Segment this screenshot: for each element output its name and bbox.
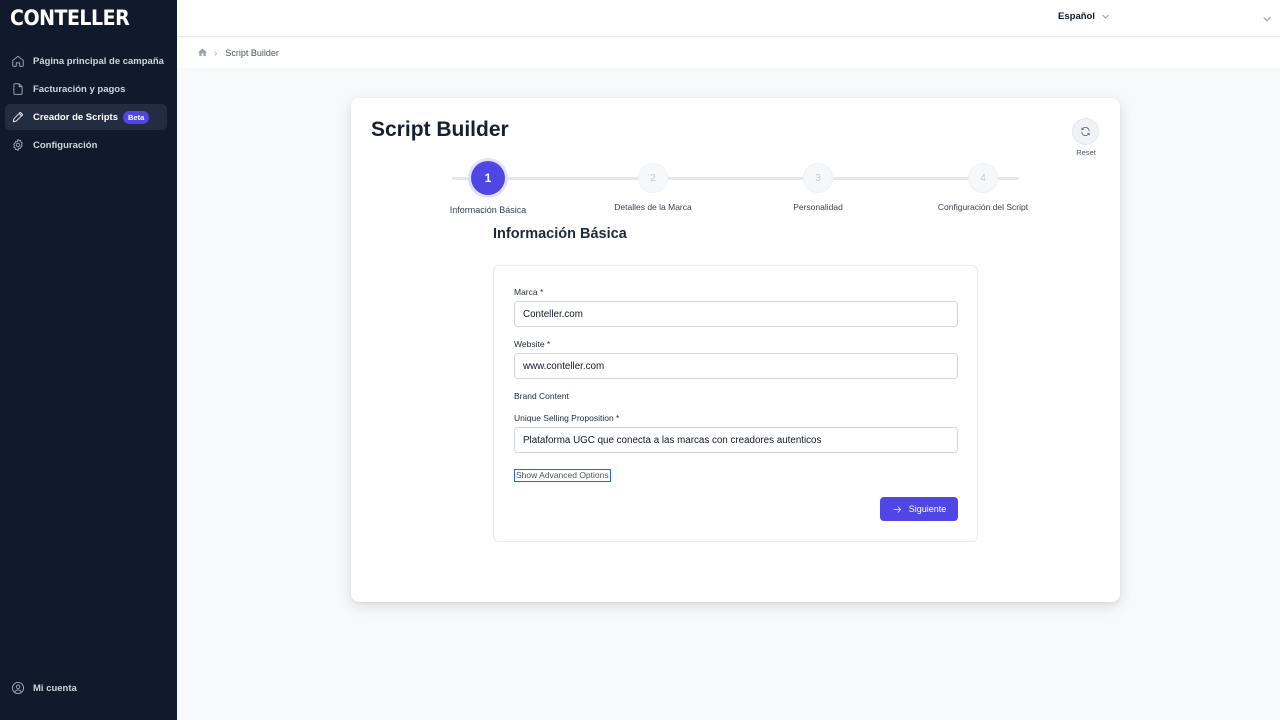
step-1-label: Información Básica	[449, 205, 527, 215]
brand-logo[interactable]: CONTELLER	[10, 6, 130, 31]
sidebar-item-label: Configuración	[33, 139, 98, 151]
step-4-label: Configuración del Script	[937, 202, 1029, 212]
sidebar-item-label: Página principal de campaña	[33, 55, 164, 67]
beta-badge: Beta	[123, 110, 150, 124]
basic-info-form: Marca * Conteller.com Website * www.cont…	[493, 265, 978, 542]
step-3-indicator[interactable]: 3	[803, 163, 833, 193]
page-title: Script Builder	[371, 118, 509, 141]
show-advanced-options-link[interactable]: Show Advanced Options	[514, 469, 611, 482]
section-title: Información Básica	[493, 226, 627, 242]
sidebar-item-settings[interactable]: Configuración	[5, 132, 167, 158]
stepper-track	[452, 177, 1019, 180]
home-icon	[11, 54, 25, 68]
account-label: Mi cuenta	[33, 682, 77, 694]
refresh-icon	[1081, 127, 1090, 136]
script-builder-card: Script Builder Reset 1 Información Básic…	[351, 98, 1120, 602]
document-icon	[11, 82, 25, 96]
usp-field-label: Unique Selling Proposition *	[514, 413, 620, 423]
brand-input[interactable]: Conteller.com	[514, 301, 958, 327]
home-icon[interactable]	[197, 47, 208, 60]
brand-field-label: Marca *	[514, 287, 544, 297]
account-link[interactable]: Mi cuenta	[11, 681, 77, 695]
next-button-label: Siguiente	[908, 504, 947, 514]
brand-content-heading: Brand Content	[514, 391, 569, 401]
breadcrumb-current: Script Builder	[225, 48, 279, 58]
breadcrumb: › Script Builder	[177, 38, 1280, 68]
arrow-right-icon	[893, 505, 901, 513]
sidebar-nav: Página principal de campaña Facturación …	[5, 48, 167, 160]
step-2-label: Detalles de la Marca	[614, 202, 692, 212]
step-4-indicator[interactable]: 4	[968, 163, 998, 193]
breadcrumb-separator: ›	[214, 47, 218, 59]
user-circle-icon	[12, 682, 24, 694]
sidebar-item-label: Facturación y pagos	[33, 83, 126, 95]
pencil-icon	[11, 110, 25, 124]
reset-label: Reset	[1076, 148, 1096, 157]
chevron-down-icon	[1102, 14, 1109, 19]
gear-icon	[11, 138, 25, 152]
step-1-indicator[interactable]: 1	[471, 161, 505, 195]
next-button[interactable]: Siguiente	[880, 497, 958, 521]
website-input[interactable]: www.conteller.com	[514, 353, 958, 379]
language-selector[interactable]: Español	[1058, 11, 1110, 22]
reset-button[interactable]	[1072, 118, 1099, 145]
top-bar: Español	[177, 0, 1280, 37]
sidebar-item-script-creator[interactable]: Creador de Scripts Beta	[5, 104, 167, 130]
usp-input[interactable]: Plataforma UGC que conecta a las marcas …	[514, 427, 958, 453]
sidebar-item-campaign-home[interactable]: Página principal de campaña	[5, 48, 167, 74]
language-label: Español	[1058, 11, 1095, 22]
sidebar: CONTELLER Página principal de campaña Fa…	[0, 0, 177, 720]
step-2-indicator[interactable]: 2	[638, 163, 668, 193]
sidebar-item-label: Creador de Scripts	[33, 111, 118, 123]
user-menu-toggle[interactable]	[1262, 11, 1272, 29]
website-field-label: Website *	[514, 339, 551, 349]
chevron-down-icon	[1263, 16, 1271, 22]
sidebar-item-billing[interactable]: Facturación y pagos	[5, 76, 167, 102]
step-3-label: Personalidad	[793, 202, 843, 212]
